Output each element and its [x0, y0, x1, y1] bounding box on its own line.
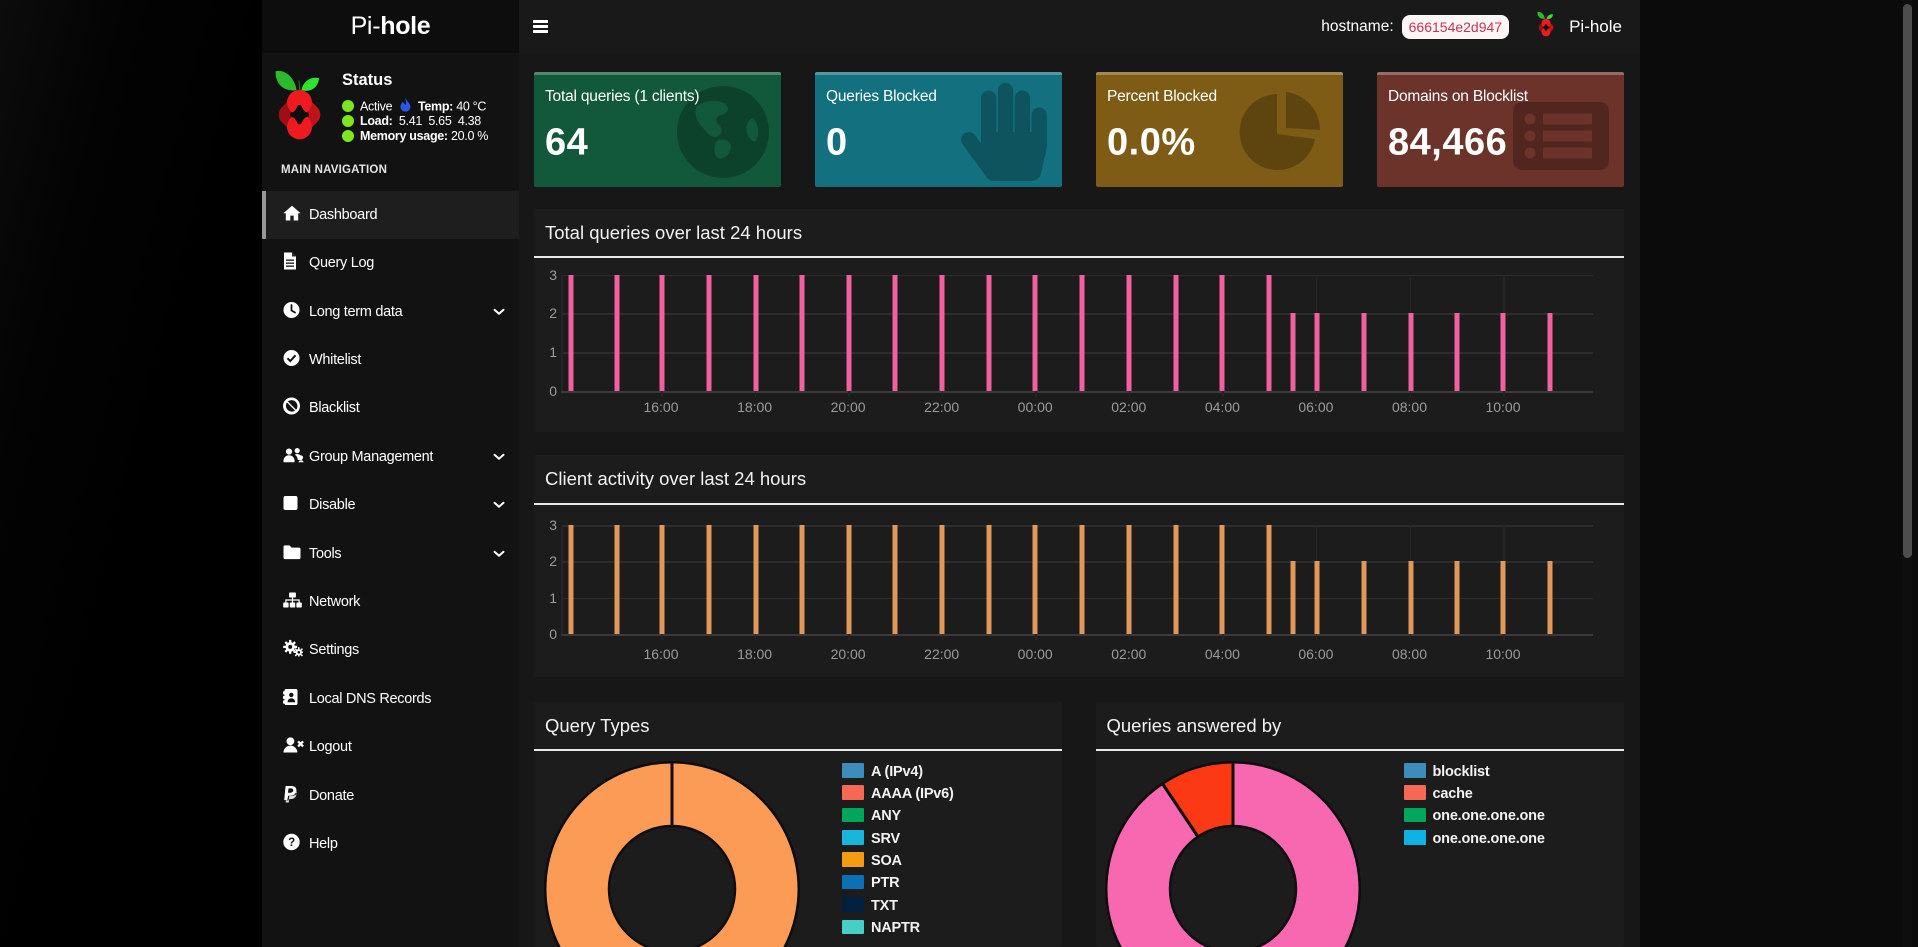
svg-text:?: ? — [288, 837, 295, 849]
